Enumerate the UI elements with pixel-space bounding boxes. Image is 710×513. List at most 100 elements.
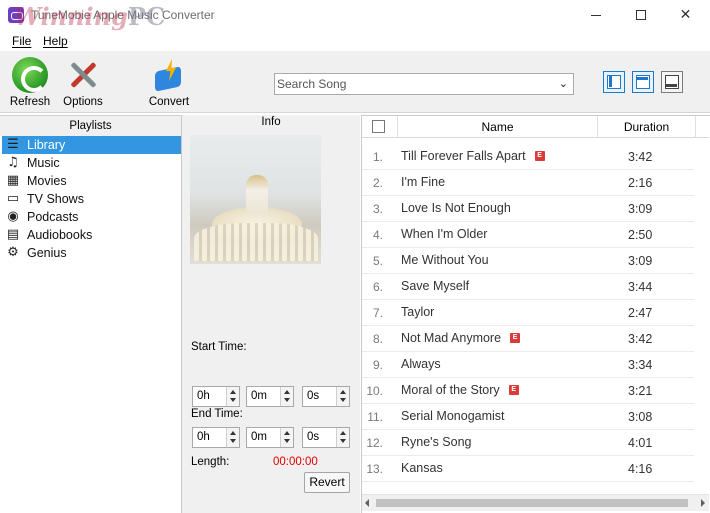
track-title-text: Serial Monogamist [401, 409, 505, 423]
playlists-header: Playlists [0, 116, 181, 136]
playlist-label: Audiobooks [27, 228, 93, 242]
spinner-arrows-icon[interactable] [280, 387, 293, 406]
column-header-name[interactable]: Name [398, 120, 597, 134]
search-input[interactable] [275, 74, 545, 94]
start-hours-spinner[interactable]: 0h [192, 386, 240, 407]
library-icon: ☰ [7, 137, 19, 152]
track-title-text: Me Without You [401, 253, 489, 267]
table-row[interactable]: 11. Serial Monogamist 3:08 [362, 404, 694, 430]
title-bar: TuneMobie Apple Music Converter WinningP… [0, 0, 710, 31]
track-title-text: Ryne's Song [401, 435, 472, 449]
maximize-icon [635, 10, 646, 20]
playlist-item-music[interactable]: ♫ Music [2, 154, 181, 172]
playlists-panel: Playlists ☰ Library ♫ Music ▦ Movies ▭ T… [0, 115, 182, 513]
track-number: 10. [366, 384, 383, 398]
table-row[interactable]: 2. I'm Fine 2:16 [362, 170, 694, 196]
layout-top-panel-button[interactable] [632, 71, 654, 93]
chevron-down-icon[interactable]: ⌄ [559, 77, 568, 90]
podcast-icon: ◉ [7, 209, 19, 224]
options-button[interactable]: Options [61, 57, 105, 108]
minimize-icon [590, 14, 601, 16]
track-title: When I'm Older [401, 227, 487, 241]
explicit-badge: E [534, 151, 545, 161]
table-row[interactable]: 4. When I'm Older 2:50 [362, 222, 694, 248]
film-icon: ▦ [6, 173, 20, 188]
table-row[interactable]: 1. Till Forever Falls Apart E 3:42 [362, 144, 694, 170]
table-row[interactable]: 3. Love Is Not Enough 3:09 [362, 196, 694, 222]
track-duration: 4:01 [628, 436, 653, 450]
playlist-label: Podcasts [27, 210, 79, 224]
top-panel-icon [636, 75, 650, 89]
left-panel-icon [607, 75, 621, 89]
track-title-text: Moral of the Story [401, 383, 500, 397]
layout-left-panel-button[interactable] [603, 71, 625, 93]
gear-icon: ⚙ [7, 245, 19, 260]
playlist-item-tv-shows[interactable]: ▭ TV Shows [2, 190, 181, 208]
table-row[interactable]: 7. Taylor 2:47 [362, 300, 694, 326]
table-row[interactable]: 5. Me Without You 3:09 [362, 248, 694, 274]
scrollbar-thumb[interactable] [376, 499, 688, 507]
track-title: Love Is Not Enough [401, 201, 511, 215]
info-header: Info [261, 116, 281, 128]
start-seconds-value: 0s [307, 390, 320, 402]
bottom-panel-icon [665, 75, 679, 89]
end-seconds-spinner[interactable]: 0s [302, 427, 350, 448]
minimize-button[interactable] [573, 0, 618, 30]
explicit-badge: E [508, 385, 519, 395]
album-cover-image [190, 135, 321, 264]
track-duration: 3:42 [628, 150, 653, 164]
search-box[interactable]: ⌄ [274, 73, 574, 95]
select-all-checkbox[interactable] [372, 120, 385, 133]
playlist-item-movies[interactable]: ▦ Movies [2, 172, 181, 190]
track-duration: 2:16 [628, 176, 653, 190]
spinner-arrows-icon[interactable] [336, 387, 349, 406]
close-button[interactable]: ✕ [663, 0, 708, 30]
track-title-text: I'm Fine [401, 175, 446, 189]
column-header-duration[interactable]: Duration [598, 120, 695, 134]
playlist-label: Music [27, 156, 60, 170]
book-icon: ▤ [6, 227, 20, 242]
spinner-arrows-icon[interactable] [280, 428, 293, 447]
track-title: Ryne's Song [401, 435, 471, 449]
table-row[interactable]: 10. Moral of the Story E 3:21 [362, 378, 694, 404]
track-duration: 3:21 [628, 384, 653, 398]
revert-button[interactable]: Revert [304, 472, 350, 493]
playlist-item-genius[interactable]: ⚙ Genius [2, 244, 181, 262]
menu-file[interactable]: File [12, 34, 31, 48]
length-label: Length: [191, 456, 230, 468]
playlist-item-library[interactable]: ☰ Library [2, 136, 181, 154]
layout-bottom-panel-button[interactable] [661, 71, 683, 93]
horizontal-scrollbar[interactable] [362, 494, 709, 511]
scroll-left-icon[interactable] [365, 499, 369, 507]
spinner-arrows-icon[interactable] [336, 428, 349, 447]
refresh-button[interactable]: Refresh [8, 57, 52, 108]
track-title-text: Save Myself [401, 279, 470, 293]
table-row[interactable]: 13. Kansas 4:16 [362, 456, 694, 482]
start-minutes-spinner[interactable]: 0m [246, 386, 294, 407]
convert-button[interactable]: Convert [146, 57, 192, 108]
maximize-button[interactable] [618, 0, 663, 30]
spinner-arrows-icon[interactable] [226, 428, 239, 447]
table-row[interactable]: 8. Not Mad Anymore E 3:42 [362, 326, 694, 352]
window-title: TuneMobie Apple Music Converter [31, 8, 215, 22]
table-row[interactable]: 12. Ryne's Song 4:01 [362, 430, 694, 456]
playlist-item-audiobooks[interactable]: ▤ Audiobooks [2, 226, 181, 244]
track-title: Always [401, 357, 441, 371]
track-title: Kansas [401, 461, 443, 475]
track-duration: 3:08 [628, 410, 653, 424]
end-minutes-value: 0m [251, 431, 267, 443]
start-seconds-spinner[interactable]: 0s [302, 386, 350, 407]
spinner-arrows-icon[interactable] [226, 387, 239, 406]
explicit-badge: E [510, 333, 521, 343]
end-minutes-spinner[interactable]: 0m [246, 427, 294, 448]
refresh-icon [12, 57, 48, 93]
table-row[interactable]: 9. Always 3:34 [362, 352, 694, 378]
table-row[interactable]: 6. Save Myself 3:44 [362, 274, 694, 300]
track-number: 11. [367, 410, 383, 424]
scroll-right-icon[interactable] [701, 499, 705, 507]
end-hours-spinner[interactable]: 0h [192, 427, 240, 448]
playlist-item-podcasts[interactable]: ◉ Podcasts [2, 208, 181, 226]
menu-help[interactable]: Help [43, 34, 68, 48]
start-minutes-value: 0m [251, 390, 267, 402]
start-hours-value: 0h [197, 390, 210, 402]
